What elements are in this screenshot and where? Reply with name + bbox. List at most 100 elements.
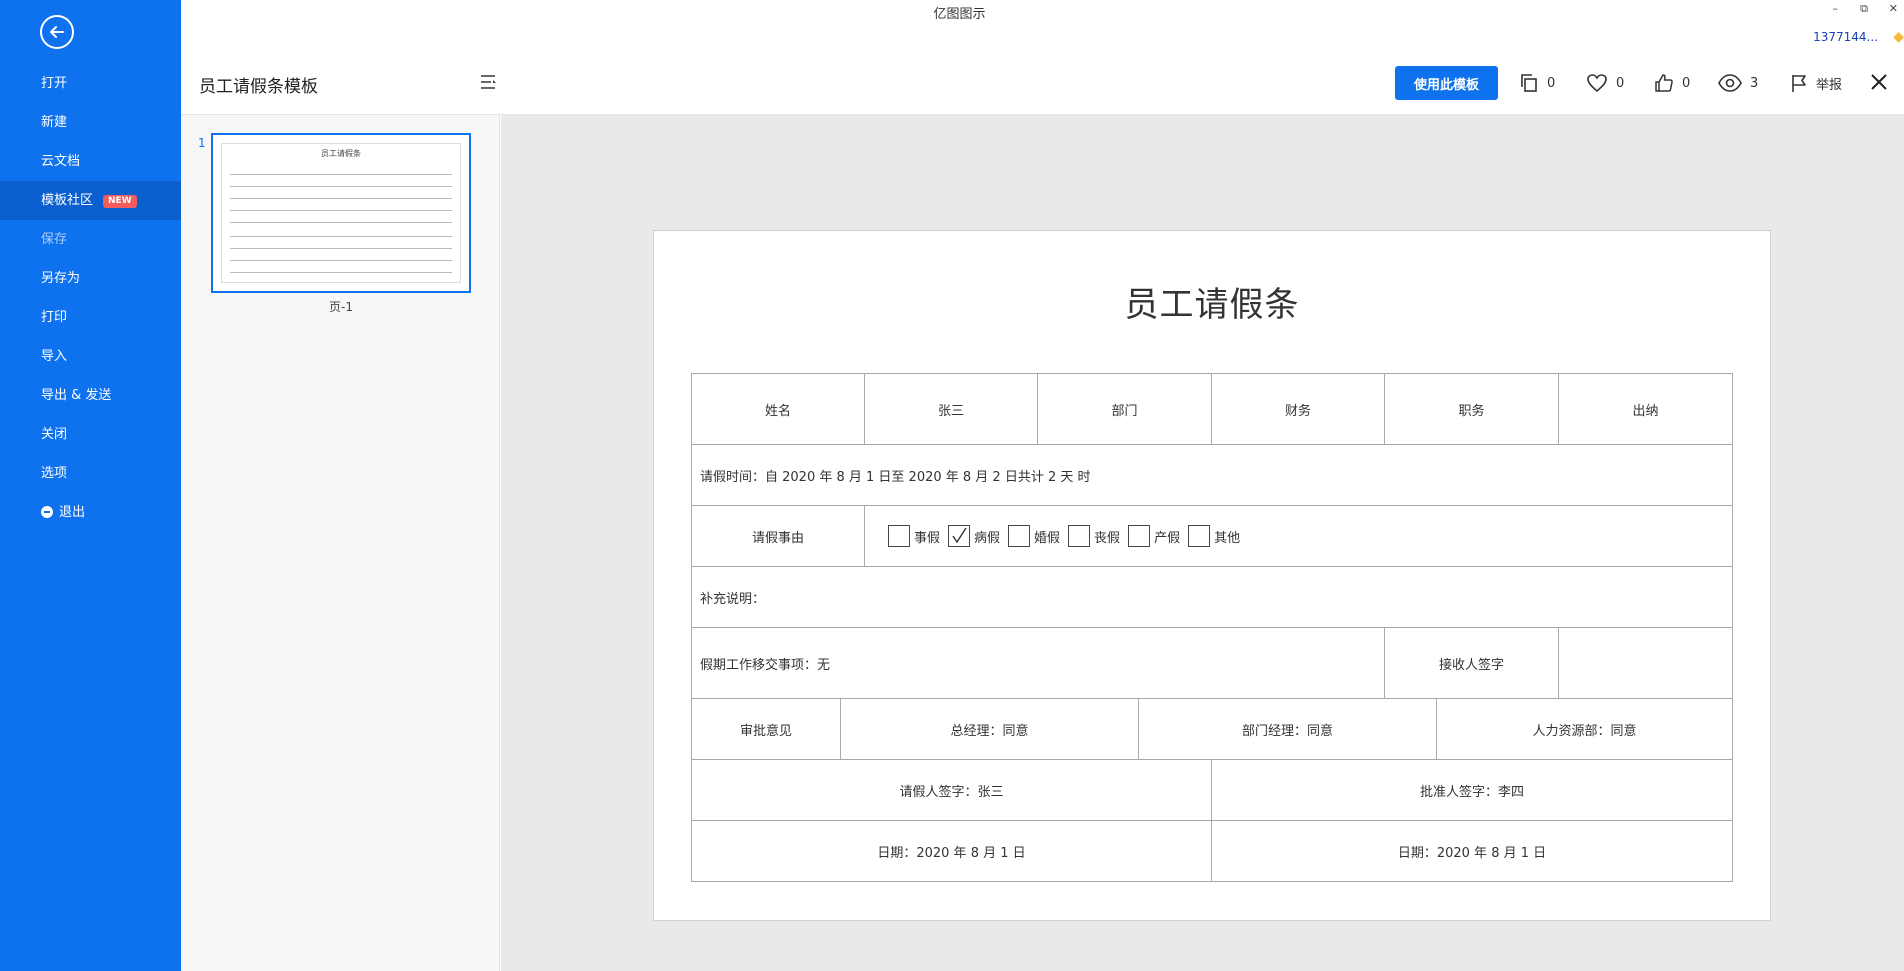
reason-option-maternity[interactable]: 产假	[1128, 525, 1180, 547]
reason-option-label: 产假	[1154, 530, 1181, 546]
reason-option-label: 病假	[974, 530, 1001, 546]
toolbar: 员工请假条模板 使用此模板 0 0 0 3 举报	[181, 54, 1904, 115]
dept-manager-opinion-cell: 部门经理：同意	[1138, 698, 1437, 760]
page-thumbnail[interactable]: 员工请假条	[211, 133, 471, 293]
reason-option-sick[interactable]: 病假	[948, 525, 1000, 547]
approver-date-cell: 日期：2020 年 8 月 1 日	[1211, 820, 1733, 882]
approval-label-cell: 审批意见	[691, 698, 841, 760]
position-label-cell: 职务	[1384, 373, 1559, 445]
user-account[interactable]: 1377144...	[1813, 30, 1878, 44]
reason-option-label: 丧假	[1094, 530, 1121, 546]
window-close-button[interactable]: ✕	[1889, 2, 1898, 15]
thumbnail-line	[230, 198, 452, 199]
menu-item-template-community[interactable]: 模板社区 NEW	[0, 181, 181, 220]
name-value-cell: 张三	[864, 373, 1038, 445]
page-thumbnail-panel: 1 员工请假条 页-1	[181, 115, 500, 971]
thumbnail-line	[230, 186, 452, 187]
document-title: 员工请假条模板	[199, 77, 318, 97]
document-page: 员工请假条 姓名 张三 部门 财务 职务 出纳 请假时间：自 2020 年 8 …	[653, 230, 1771, 921]
thumbnail-title: 员工请假条	[321, 149, 361, 158]
menu-item-save-as[interactable]: 另存为	[0, 259, 181, 298]
favorite-count-button[interactable]: 0	[1586, 72, 1624, 94]
copy-count: 0	[1547, 75, 1556, 91]
menu-item-label: 关闭	[41, 427, 68, 442]
reason-label-cell: 请假事由	[691, 505, 865, 567]
menu-item-options[interactable]: 选项	[0, 454, 181, 493]
sidebar: 打开 新建 云文档 模板社区 NEW 保存 另存为 打印 导入 导出 & 发送 关…	[0, 0, 181, 971]
gm-opinion-cell: 总经理：同意	[840, 698, 1139, 760]
reason-option-label: 婚假	[1034, 530, 1061, 546]
reason-option-bereavement[interactable]: 丧假	[1068, 525, 1120, 547]
name-label-cell: 姓名	[691, 373, 865, 445]
menu-item-label: 另存为	[41, 271, 81, 286]
thumbnail-line	[230, 272, 452, 273]
menu-item-label: 云文档	[41, 154, 81, 169]
view-count: 3	[1718, 72, 1758, 94]
thumbnail-line	[230, 174, 452, 175]
checkbox-empty-icon	[1188, 525, 1211, 547]
form-title: 员工请假条	[1124, 285, 1300, 325]
menu-item-label: 退出	[59, 505, 86, 520]
leave-time-cell: 请假时间：自 2020 年 8 月 1 日至 2020 年 8 月 2 日共计 …	[691, 444, 1733, 506]
page-number: 1	[198, 136, 206, 150]
reason-option-label: 事假	[914, 530, 941, 546]
reason-option-marriage[interactable]: 婚假	[1008, 525, 1060, 547]
menu-item-save[interactable]: 保存	[0, 220, 181, 259]
checkbox-empty-icon	[1128, 525, 1151, 547]
handover-cell: 假期工作移交事项：无	[691, 627, 1385, 699]
menu-item-new[interactable]: 新建	[0, 103, 181, 142]
copy-count-button[interactable]: 0	[1519, 72, 1555, 94]
report-button[interactable]: 举报	[1790, 72, 1842, 94]
menu-item-import[interactable]: 导入	[0, 337, 181, 376]
thumbnail-line	[230, 248, 452, 249]
favorite-count: 0	[1616, 75, 1625, 91]
menu-item-label: 导入	[41, 349, 68, 364]
menu-item-label: 打开	[41, 76, 68, 91]
eye-icon	[1718, 74, 1742, 92]
leave-form-table: 姓名 张三 部门 财务 职务 出纳 请假时间：自 2020 年 8 月 1 日至…	[691, 373, 1733, 884]
new-badge: NEW	[103, 195, 137, 208]
minimize-button[interactable]: –	[1833, 2, 1839, 15]
page-label: 页-1	[329, 300, 353, 314]
copy-icon	[1521, 74, 1537, 92]
thumbnail-line	[230, 210, 452, 211]
approver-sign-cell: 批准人签字：李四	[1211, 759, 1733, 821]
menu-item-export-send[interactable]: 导出 & 发送	[0, 376, 181, 415]
like-count: 0	[1682, 75, 1691, 91]
dept-label-cell: 部门	[1037, 373, 1212, 445]
use-template-button[interactable]: 使用此模板	[1395, 66, 1498, 100]
menu-item-cloud-docs[interactable]: 云文档	[0, 142, 181, 181]
side-menu: 打开 新建 云文档 模板社区 NEW 保存 另存为 打印 导入 导出 & 发送 关…	[0, 64, 181, 532]
receiver-sign-cell	[1558, 627, 1733, 699]
menu-item-print[interactable]: 打印	[0, 298, 181, 337]
title-bar: 亿图图示 – ⧉ ✕ 1377144... ◆	[181, 0, 1904, 54]
supplement-cell: 补充说明：	[691, 566, 1733, 628]
position-value-cell: 出纳	[1558, 373, 1733, 445]
menu-item-exit[interactable]: 退出	[0, 493, 181, 532]
thumbnail-line	[230, 236, 452, 237]
canvas-area[interactable]: 员工请假条 姓名 张三 部门 财务 职务 出纳 请假时间：自 2020 年 8 …	[501, 115, 1904, 971]
thumbs-up-icon	[1655, 74, 1673, 92]
window-controls: – ⧉ ✕	[1814, 0, 1904, 20]
menu-item-label: 选项	[41, 466, 68, 481]
dept-value-cell: 财务	[1211, 373, 1385, 445]
hr-opinion-cell: 人力资源部：同意	[1436, 698, 1733, 760]
view-count-value: 3	[1750, 75, 1759, 91]
back-button[interactable]	[40, 15, 74, 49]
restore-button[interactable]: ⧉	[1860, 2, 1868, 16]
menu-item-open[interactable]: 打开	[0, 64, 181, 103]
reason-option-label: 其他	[1214, 530, 1241, 546]
thumbnail-preview: 员工请假条	[221, 143, 461, 283]
menu-item-close[interactable]: 关闭	[0, 415, 181, 454]
like-count-button[interactable]: 0	[1654, 72, 1690, 94]
outline-menu-icon[interactable]	[479, 72, 499, 92]
reason-option-other[interactable]: 其他	[1188, 525, 1240, 547]
reason-option-personal[interactable]: 事假	[888, 525, 940, 547]
vip-diamond-icon[interactable]: ◆	[1893, 29, 1904, 45]
arrow-left-icon	[50, 26, 64, 38]
thumbnail-line	[230, 222, 452, 223]
close-icon[interactable]	[1868, 71, 1890, 93]
minus-circle-icon	[41, 506, 53, 518]
reason-options-cell: 事假 病假 婚假 丧假 产假 其他	[864, 505, 1733, 567]
receiver-label-cell: 接收人签字	[1384, 627, 1559, 699]
